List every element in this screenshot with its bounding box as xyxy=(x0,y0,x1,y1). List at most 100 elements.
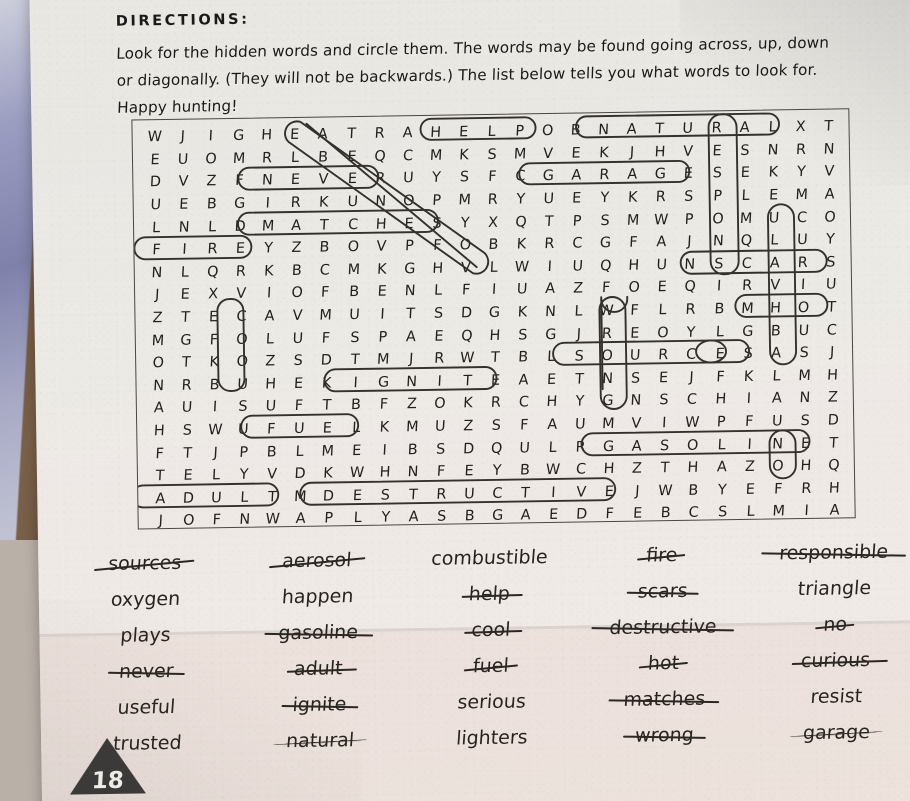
grid-letter[interactable]: A xyxy=(538,417,567,433)
grid-letter[interactable]: F xyxy=(145,446,174,462)
grid-letter[interactable]: S xyxy=(591,213,620,229)
grid-letter[interactable]: O xyxy=(815,209,844,225)
grid-letter[interactable]: Y xyxy=(707,482,736,498)
grid-letter[interactable]: F xyxy=(142,242,171,258)
grid-letter[interactable]: L xyxy=(142,220,171,236)
grid-letter[interactable]: A xyxy=(760,255,789,271)
grid-letter[interactable]: V xyxy=(567,484,596,500)
grid-letter[interactable]: E xyxy=(539,507,568,523)
grid-letter[interactable]: S xyxy=(450,170,479,186)
grid-letter[interactable]: Z xyxy=(564,281,593,297)
grid-letter[interactable]: V xyxy=(622,415,651,432)
grid-letter[interactable]: S xyxy=(704,256,733,272)
grid-letter[interactable]: S xyxy=(284,353,313,369)
grid-letter[interactable]: R xyxy=(253,150,282,166)
grid-letter[interactable]: A xyxy=(144,400,173,416)
grid-letter[interactable]: J xyxy=(818,345,847,361)
grid-letter[interactable]: K xyxy=(449,147,478,163)
grid-letter[interactable]: B xyxy=(310,240,339,256)
grid-letter[interactable]: S xyxy=(816,254,845,270)
word-list-item[interactable]: natural xyxy=(281,729,358,752)
grid-letter[interactable]: F xyxy=(202,512,231,529)
grid-letter[interactable]: A xyxy=(617,122,646,138)
grid-letter[interactable]: I xyxy=(254,195,283,211)
grid-letter[interactable]: G xyxy=(534,168,563,184)
grid-letter[interactable]: J xyxy=(168,129,197,145)
grid-letter[interactable]: U xyxy=(340,307,369,323)
grid-letter[interactable]: V xyxy=(227,286,256,302)
grid-letter[interactable]: T xyxy=(340,352,369,368)
grid-letter[interactable]: D xyxy=(314,488,343,504)
grid-letter[interactable]: F xyxy=(311,285,340,301)
grid-letter[interactable]: U xyxy=(228,376,257,393)
grid-letter[interactable]: U xyxy=(284,330,313,346)
word-list-item[interactable]: adult xyxy=(290,657,348,680)
grid-letter[interactable]: X xyxy=(479,214,508,230)
grid-letter[interactable]: Q xyxy=(732,233,761,249)
grid-letter[interactable]: J xyxy=(396,351,425,367)
grid-letter[interactable]: Q xyxy=(676,279,705,295)
grid-letter[interactable]: T xyxy=(310,217,339,233)
grid-letter[interactable]: U xyxy=(648,257,677,273)
grid-letter[interactable]: D xyxy=(141,174,170,191)
grid-letter[interactable]: C xyxy=(787,209,816,226)
grid-letter[interactable]: V xyxy=(169,174,198,190)
grid-letter[interactable]: Q xyxy=(452,328,481,344)
grid-letter[interactable]: Z xyxy=(143,310,172,326)
grid-letter[interactable]: R xyxy=(481,395,510,411)
grid-letter[interactable]: F xyxy=(423,238,452,254)
grid-letter[interactable]: F xyxy=(619,235,648,251)
grid-letter[interactable]: L xyxy=(760,232,789,249)
grid-letter[interactable]: I xyxy=(370,442,399,458)
grid-letter[interactable]: W xyxy=(453,350,482,366)
grid-letter[interactable]: R xyxy=(172,377,201,393)
grid-letter[interactable]: V xyxy=(674,143,703,160)
grid-letter[interactable]: S xyxy=(675,189,704,205)
grid-letter[interactable]: Z xyxy=(256,353,285,370)
grid-letter[interactable]: G xyxy=(536,326,565,343)
word-list-item[interactable]: curious xyxy=(796,649,875,672)
grid-letter[interactable]: S xyxy=(173,422,202,439)
grid-letter[interactable]: U xyxy=(455,486,484,502)
grid-letter[interactable]: H xyxy=(253,127,282,144)
grid-letter[interactable]: B xyxy=(257,444,286,460)
grid-letter[interactable]: Y xyxy=(254,240,283,257)
grid-letter[interactable]: R xyxy=(478,192,507,208)
grid-letter[interactable]: T xyxy=(817,299,846,316)
grid-letter[interactable]: U xyxy=(762,413,791,429)
grid-letter[interactable]: R xyxy=(227,263,256,280)
grid-letter[interactable]: W xyxy=(592,303,621,319)
word-list-item[interactable]: oxygen xyxy=(106,588,185,611)
grid-letter[interactable]: E xyxy=(791,435,820,452)
grid-letter[interactable]: B xyxy=(509,349,538,366)
word-list-item[interactable]: responsible xyxy=(775,541,893,565)
grid-letter[interactable]: M xyxy=(339,262,368,278)
grid-letter[interactable]: S xyxy=(508,327,537,343)
grid-letter[interactable]: D xyxy=(286,466,315,482)
grid-letter[interactable]: E xyxy=(367,284,396,300)
grid-letter[interactable]: Q xyxy=(819,458,848,474)
grid-letter[interactable]: L xyxy=(286,443,315,459)
grid-letter[interactable]: U xyxy=(173,400,202,416)
grid-letter[interactable]: F xyxy=(225,173,254,189)
grid-letter[interactable]: Q xyxy=(365,148,394,164)
grid-letter[interactable]: L xyxy=(758,120,787,136)
grid-letter[interactable]: E xyxy=(281,127,310,143)
word-list-item[interactable]: no xyxy=(819,613,852,636)
grid-letter[interactable]: Z xyxy=(282,240,311,256)
grid-letter[interactable]: T xyxy=(646,121,675,137)
grid-letter[interactable]: T xyxy=(535,213,564,230)
grid-letter[interactable]: K xyxy=(314,465,343,482)
word-list-item[interactable]: useful xyxy=(113,696,180,719)
grid-letter[interactable]: E xyxy=(705,346,734,362)
grid-letter[interactable]: G xyxy=(646,166,675,183)
word-list-item[interactable]: matches xyxy=(618,688,709,711)
grid-letter[interactable]: N xyxy=(790,390,819,406)
grid-letter[interactable]: O xyxy=(593,348,622,364)
grid-letter[interactable]: I xyxy=(201,399,230,416)
grid-letter[interactable]: K xyxy=(507,236,536,253)
grid-letter[interactable]: I xyxy=(255,286,284,302)
grid-letter[interactable]: T xyxy=(819,435,848,451)
word-list-item[interactable]: resist xyxy=(806,685,867,708)
grid-letter[interactable]: N xyxy=(144,378,173,394)
